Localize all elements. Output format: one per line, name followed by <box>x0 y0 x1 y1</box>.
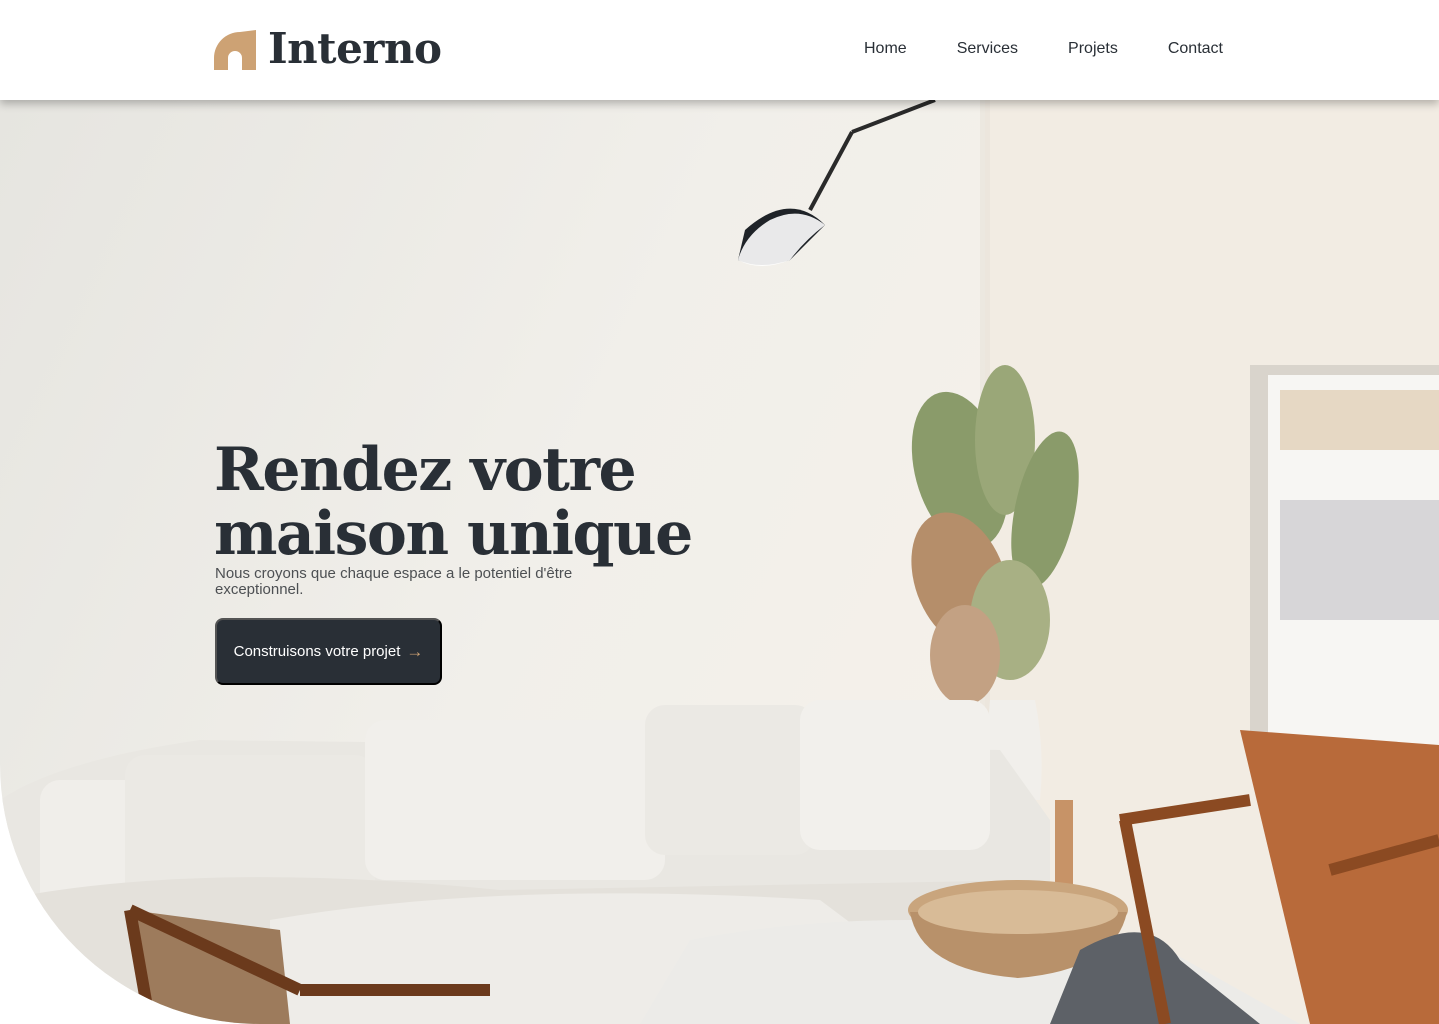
hero-section: Rendez votre maison unique Nous croyons … <box>0 100 1439 1024</box>
nav-contact[interactable]: Contact <box>1168 38 1223 60</box>
hero-title: Rendez votre maison unique <box>214 435 693 569</box>
brand-logo[interactable]: Interno <box>214 24 442 73</box>
hero-subtitle: Nous croyons que chaque espace a le pote… <box>215 565 573 598</box>
cta-button[interactable]: Construisons votre projet → <box>215 618 442 685</box>
brand-name: Interno <box>268 24 442 73</box>
nav-home[interactable]: Home <box>864 38 907 60</box>
nav-projets[interactable]: Projets <box>1068 38 1118 60</box>
main-nav: Home Services Projets Contact <box>864 38 1223 60</box>
arrow-right-icon: → <box>406 641 424 661</box>
nav-services[interactable]: Services <box>957 38 1018 60</box>
cta-label: Construisons votre projet <box>233 643 401 660</box>
site-header: Interno Home Services Projets Contact <box>0 0 1439 100</box>
logo-arch-icon <box>214 30 256 70</box>
